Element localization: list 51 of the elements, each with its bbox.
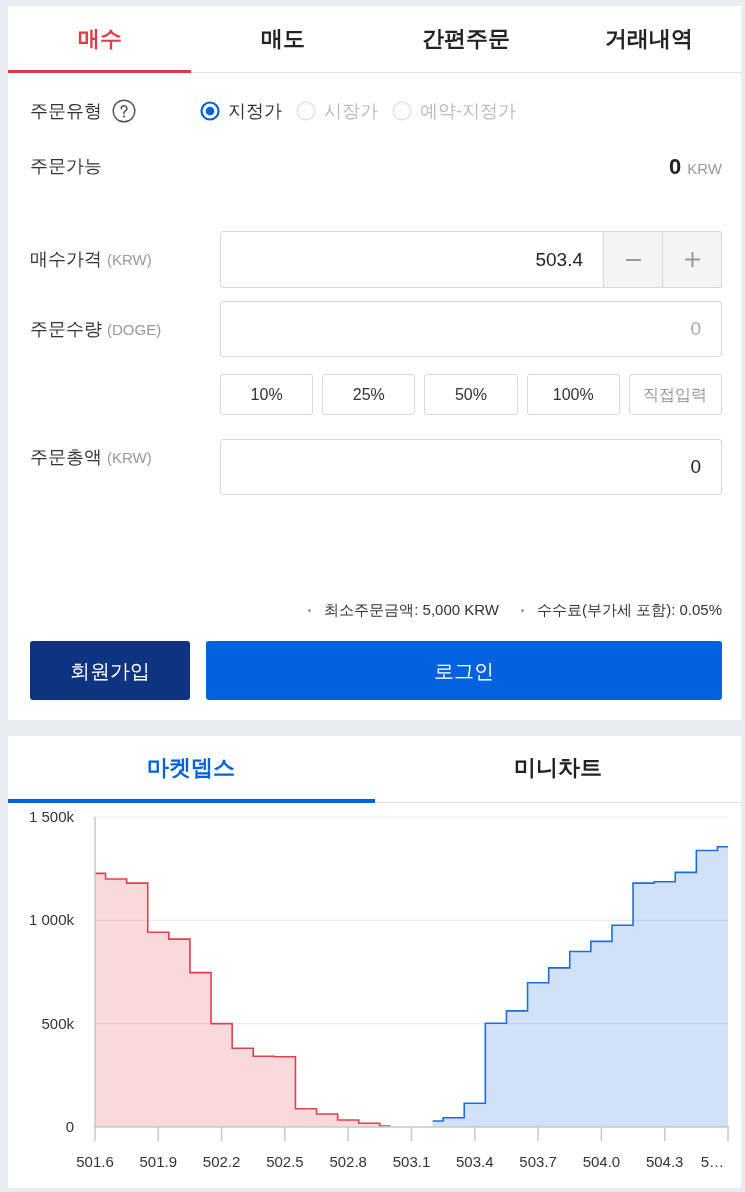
price-input[interactable]: 503.4 bbox=[220, 231, 604, 288]
unit-label: (KRW) bbox=[107, 250, 152, 270]
order-info-note: 최소주문금액: 5,000 KRW bbox=[324, 600, 499, 621]
bullet-icon bbox=[520, 609, 524, 612]
x-axis-label: 501.6 bbox=[76, 1153, 114, 1170]
y-axis-label: 500k bbox=[41, 1014, 74, 1032]
percent-button[interactable]: 50% bbox=[424, 374, 518, 415]
login-button[interactable]: 로그인 bbox=[206, 641, 722, 700]
order-tab[interactable]: 간편주문 bbox=[374, 6, 558, 73]
x-axis-label: 502.2 bbox=[202, 1153, 241, 1170]
radio-icon[interactable] bbox=[200, 101, 220, 121]
percent-button[interactable]: 25% bbox=[322, 374, 416, 415]
unit-label: (KRW) bbox=[107, 448, 152, 468]
x-axis-label: 503.4 bbox=[456, 1153, 494, 1170]
help-icon[interactable] bbox=[112, 99, 136, 123]
increment-button[interactable] bbox=[663, 231, 722, 288]
unit-label: (DOGE) bbox=[107, 319, 162, 340]
market-tab[interactable]: 미니차트 bbox=[374, 736, 741, 803]
total-input[interactable]: 0 bbox=[220, 439, 722, 495]
percent-button[interactable]: 100% bbox=[526, 374, 620, 415]
radio-option[interactable]: 지정가 bbox=[200, 97, 282, 125]
y-axis-label: 1 500k bbox=[28, 808, 74, 825]
field-label: 주문가능 bbox=[30, 154, 102, 178]
x-axis-label: 503.7 bbox=[519, 1153, 557, 1170]
order-tab[interactable]: 매도 bbox=[191, 6, 375, 73]
order-tab[interactable]: 거래내역 bbox=[557, 6, 741, 73]
y-axis-label: 1 000k bbox=[28, 911, 74, 929]
x-axis-label: 501.9 bbox=[139, 1153, 178, 1170]
x-axis-label: 503.1 bbox=[392, 1153, 431, 1170]
field-label: 매수가격 bbox=[30, 248, 102, 271]
x-axis-label: 504.0 bbox=[582, 1153, 621, 1170]
x-axis-label: 502.5 bbox=[266, 1153, 304, 1170]
currency-unit: KRW bbox=[687, 158, 722, 179]
order-info-note: 수수료(부가세 포함): 0.05% bbox=[536, 600, 722, 621]
y-axis-label: 0 bbox=[65, 1118, 74, 1135]
x-axis-label: 504.3 bbox=[645, 1153, 684, 1170]
bullet-icon bbox=[308, 609, 312, 612]
quantity-input[interactable]: 0 bbox=[220, 301, 722, 357]
percent-button[interactable]: 10% bbox=[220, 374, 314, 415]
field-label: 주문수량 bbox=[30, 317, 102, 341]
market-tab[interactable]: 마켓뎁스 bbox=[8, 736, 375, 803]
available-amount: 0 bbox=[669, 152, 682, 181]
x-axis-label: 502.8 bbox=[329, 1153, 367, 1170]
signup-button[interactable]: 회원가입 bbox=[30, 641, 190, 700]
plus-icon bbox=[684, 252, 700, 267]
field-label: 주문유형 bbox=[30, 99, 102, 123]
decrement-button[interactable] bbox=[604, 231, 663, 288]
x-axis-label: 5… bbox=[700, 1153, 724, 1170]
field-label: 주문총액 bbox=[30, 446, 102, 469]
order-tab[interactable]: 매수 bbox=[8, 6, 192, 73]
minus-icon bbox=[625, 258, 641, 261]
